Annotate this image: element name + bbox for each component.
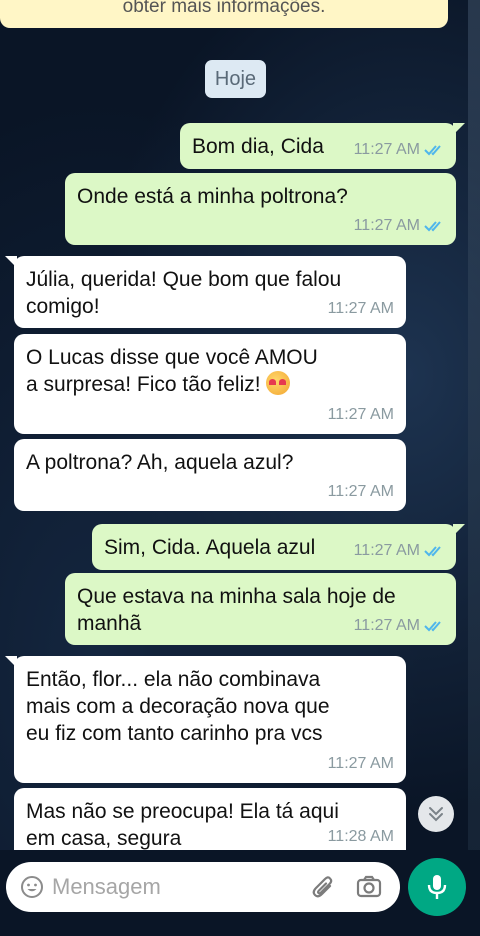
message-time: 11:27 AM — [353, 141, 420, 158]
smiling-face-with-hearts-icon — [266, 371, 291, 395]
message-list[interactable]: obter mais informações. Hoje Bom dia, Ci… — [0, 0, 480, 850]
mic-icon — [427, 875, 447, 899]
double-check-icon — [424, 144, 441, 155]
message-bubble-incoming[interactable]: Júlia, querida! Que bom que falou comigo… — [5, 256, 406, 328]
message-time: 11:28 AM — [327, 828, 394, 845]
message-meta: 11:27 AM — [354, 612, 444, 639]
message-bubble-outgoing[interactable]: Que estava na minha sala hoje de manhã 1… — [65, 573, 456, 645]
message-time: 11:27 AM — [327, 755, 394, 772]
message-time: 11:27 AM — [353, 617, 420, 634]
message-meta: 11:28 AM — [328, 823, 394, 850]
emoji-icon[interactable] — [20, 875, 44, 899]
paperclip-icon[interactable] — [310, 874, 336, 900]
message-text: Então, flor... ela não combinava mais co… — [26, 668, 330, 745]
double-check-icon — [424, 620, 441, 631]
message-time: 11:27 AM — [327, 300, 394, 317]
message-bubble-incoming[interactable]: A poltrona? Ah, aquela azul? 11:27 AM — [14, 439, 406, 511]
message-meta: 11:27 AM — [328, 478, 394, 505]
system-notice[interactable]: obter mais informações. — [0, 0, 448, 28]
message-bubble-incoming[interactable]: O Lucas disse que você AMOU a surpresa! … — [14, 334, 406, 434]
message-meta: 11:27 AM — [328, 401, 394, 428]
message-text: Onde está a minha poltrona? — [77, 185, 348, 208]
message-input[interactable]: Mensagem — [6, 862, 400, 912]
message-meta: 11:27 AM — [354, 212, 444, 239]
double-check-icon — [424, 545, 441, 556]
message-bubble-incoming[interactable]: Mas não se preocupa! Ela tá aqui em casa… — [14, 788, 406, 850]
message-meta: 11:27 AM — [354, 136, 444, 163]
double-check-icon — [424, 220, 441, 231]
message-meta: 11:27 AM — [328, 750, 394, 777]
message-meta: 11:27 AM — [354, 537, 444, 564]
scroll-to-bottom-button[interactable] — [418, 796, 454, 832]
message-text: A poltrona? Ah, aquela azul? — [26, 451, 294, 474]
chevron-double-down-icon — [429, 807, 443, 822]
message-time: 11:27 AM — [353, 542, 420, 559]
camera-icon[interactable] — [356, 874, 382, 900]
message-time: 11:27 AM — [353, 217, 420, 234]
message-time: 11:27 AM — [327, 406, 394, 423]
date-chip: Hoje — [205, 60, 266, 98]
mic-button[interactable] — [408, 858, 466, 916]
composer-bar: Mensagem — [0, 850, 480, 936]
message-bubble-incoming[interactable]: Então, flor... ela não combinava mais co… — [5, 656, 406, 783]
message-time: 11:27 AM — [327, 483, 394, 500]
message-text: O Lucas disse que você AMOU a surpresa! … — [26, 344, 394, 398]
message-input-placeholder: Mensagem — [52, 874, 161, 899]
message-bubble-outgoing[interactable]: Sim, Cida. Aquela azul 11:27 AM — [92, 524, 465, 570]
message-bubble-outgoing[interactable]: Onde está a minha poltrona? 11:27 AM — [65, 173, 456, 245]
message-bubble-outgoing[interactable]: Bom dia, Cida 11:27 AM — [180, 123, 465, 169]
message-meta: 11:27 AM — [328, 295, 394, 322]
